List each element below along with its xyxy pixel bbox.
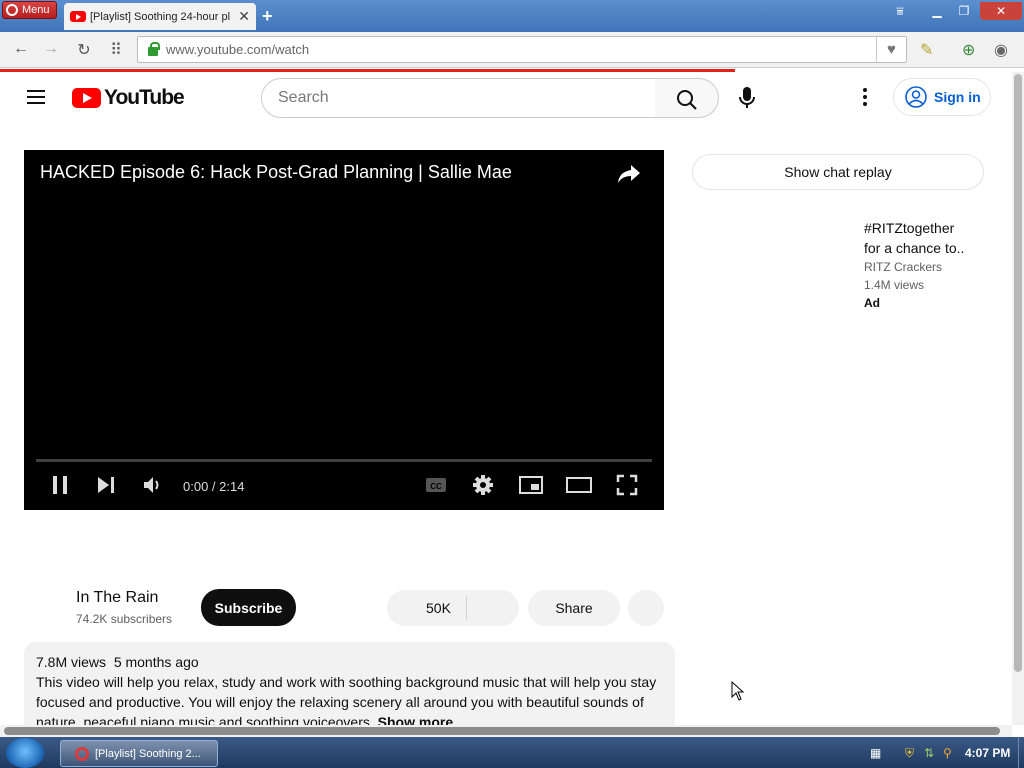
browser-tab-bar: Menu [Playlist] Soothing 24-hour pl ✕ + …: [0, 0, 1024, 32]
fullscreen-icon[interactable]: [616, 474, 638, 496]
speed-dial-icon[interactable]: ⠿: [106, 40, 126, 60]
youtube-logo[interactable]: YouTube: [72, 86, 185, 110]
settings-gear-icon[interactable]: [472, 474, 494, 496]
ad-views: 1.4M views: [864, 278, 925, 292]
vertical-scroll-thumb[interactable]: [1014, 74, 1022, 672]
address-bar[interactable]: www.youtube.com/watch ♥: [137, 36, 907, 63]
settings-more-icon[interactable]: [863, 88, 867, 109]
youtube-favicon-icon: [70, 11, 86, 22]
network-icon[interactable]: ⇅: [924, 746, 934, 760]
ad-title-line1: #RITZtogether: [864, 220, 955, 236]
sign-in-button[interactable]: Sign in: [893, 78, 991, 116]
opera-logo-icon: [6, 4, 18, 16]
view-count: 7.8M views: [36, 654, 107, 670]
browser-tab-active[interactable]: [Playlist] Soothing 24-hour pl ✕: [64, 3, 256, 30]
account-circle-icon: [905, 86, 927, 108]
microphone-icon[interactable]: [737, 86, 757, 110]
system-clock[interactable]: 4:07 PM: [965, 746, 1010, 760]
subscribe-button[interactable]: Subscribe: [201, 589, 296, 626]
more-actions-button[interactable]: [628, 590, 664, 626]
tab-title: [Playlist] Soothing 24-hour pl: [90, 10, 230, 23]
maximize-button[interactable]: ❐: [952, 2, 976, 20]
miniplayer-icon[interactable]: [519, 474, 543, 496]
show-chat-replay-button[interactable]: Show chat replay: [692, 154, 984, 190]
description-box[interactable]: 7.8M views 5 months ago This video will …: [24, 642, 675, 725]
subscriber-count: 74.2K subscribers: [76, 612, 173, 626]
theater-mode-icon[interactable]: [566, 474, 592, 496]
progress-bar[interactable]: [36, 459, 652, 462]
logo-text: YouTube: [104, 86, 185, 109]
url-text[interactable]: www.youtube.com/watch: [166, 42, 309, 57]
tab-close-icon[interactable]: ✕: [238, 8, 250, 25]
search-box: [261, 78, 656, 118]
ad-badge: Ad: [864, 296, 880, 310]
horizontal-scroll-thumb[interactable]: [4, 727, 1000, 735]
search-tray-icon[interactable]: ⚲: [943, 746, 952, 760]
upload-age: 5 months ago: [113, 654, 199, 670]
taskbar-opera-window[interactable]: [Playlist] Soothing 2...: [60, 740, 218, 767]
share-icon[interactable]: [617, 164, 641, 184]
masthead: YouTube Sign in: [0, 72, 1012, 124]
youtube-page: YouTube Sign in HACKED Episod: [0, 72, 1012, 725]
new-tab-button[interactable]: +: [262, 6, 273, 27]
sign-in-label: Sign in: [934, 89, 981, 105]
description-text: This video will help you relax, study an…: [36, 672, 663, 725]
description-meta: 7.8M views 5 months ago: [36, 652, 663, 672]
forward-button[interactable]: →: [41, 40, 61, 58]
search-button[interactable]: [655, 78, 719, 118]
channel-name[interactable]: In The Rain: [76, 589, 158, 607]
horizontal-scrollbar[interactable]: [0, 725, 1012, 737]
captions-icon[interactable]: CC: [425, 474, 447, 496]
minimize-button[interactable]: ▁: [926, 2, 948, 20]
account-icon[interactable]: ◉: [994, 40, 1008, 60]
start-button[interactable]: [6, 738, 44, 768]
show-desktop-button[interactable]: [1018, 737, 1024, 768]
svg-text:CC: CC: [430, 482, 442, 491]
menu-label: Menu: [22, 4, 50, 16]
ad-channel: RITZ Crackers: [864, 260, 942, 274]
ad-title-line2: for a chance to..: [864, 240, 965, 256]
windows-taskbar: [Playlist] Soothing 2... ▦ ⛨ ⇅ ⚲ 4:07 PM: [0, 737, 1024, 768]
reload-button[interactable]: ↻: [74, 40, 94, 60]
like-divider: [466, 596, 467, 620]
next-icon[interactable]: [96, 474, 116, 496]
download-icon[interactable]: ⊕: [962, 40, 975, 60]
browser-nav-bar: ← → ↻ ⠿ www.youtube.com/watch ♥ ✎ ⊕ ◉: [0, 32, 1024, 68]
keyboard-icon[interactable]: ▦: [870, 746, 881, 760]
taskbar-window-title: [Playlist] Soothing 2...: [95, 747, 201, 760]
time-display: 0:00 / 2:14: [183, 479, 245, 494]
search-icon: [677, 90, 697, 110]
pause-icon[interactable]: [51, 474, 69, 496]
search-input[interactable]: [278, 89, 655, 107]
opera-menu-button[interactable]: Menu: [2, 1, 57, 19]
video-title-overlay[interactable]: HACKED Episode 6: Hack Post-Grad Plannin…: [40, 162, 512, 183]
youtube-play-icon: [72, 88, 101, 108]
like-button[interactable]: 50K: [426, 600, 451, 616]
tab-menu-icon[interactable]: ⩸: [890, 2, 910, 20]
lock-icon: [148, 42, 160, 56]
security-shield-icon[interactable]: ⛨: [905, 746, 914, 761]
opera-logo-icon: [75, 746, 89, 761]
volume-icon[interactable]: [142, 474, 164, 496]
mouse-cursor-icon: [731, 681, 745, 701]
video-player[interactable]: HACKED Episode 6: Hack Post-Grad Plannin…: [24, 150, 664, 510]
like-dislike-group: 50K: [387, 590, 519, 626]
close-window-button[interactable]: ✕: [980, 2, 1022, 20]
bookmark-heart-icon[interactable]: ♥: [876, 37, 906, 62]
back-button[interactable]: ←: [11, 40, 31, 58]
guide-menu-icon[interactable]: [27, 90, 45, 104]
share-button[interactable]: Share: [528, 590, 620, 626]
ad-card[interactable]: #RITZtogether for a chance to.. RITZ Cra…: [864, 218, 984, 312]
show-more-button[interactable]: Show more: [378, 714, 453, 725]
vertical-scrollbar[interactable]: [1012, 72, 1024, 725]
wand-icon[interactable]: ✎: [920, 40, 933, 60]
